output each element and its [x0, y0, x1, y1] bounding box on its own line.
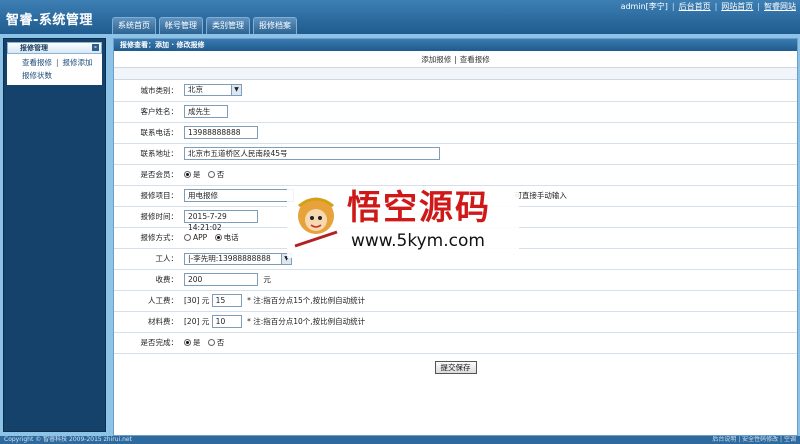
- top-header: 智睿-系统管理 系统首页 帐号管理 类别管理 报修档案 admin[李宁] | 后台…: [0, 0, 800, 34]
- customer-name-input[interactable]: 成先生: [184, 105, 228, 118]
- sidebar-item-repair-status[interactable]: 报修状数: [22, 71, 52, 80]
- worker-select[interactable]: |-李先明:13988888888 ▼: [184, 252, 292, 265]
- current-user: admin[李宁]: [620, 2, 668, 11]
- sidebar: 报修管理 - 查看报修 | 报修添加 报修状数: [0, 34, 109, 436]
- done-yes-label: 是: [193, 338, 201, 347]
- submit-save-button[interactable]: 提交保存: [434, 360, 477, 374]
- method-app-radio[interactable]: [184, 234, 191, 241]
- material-note: * 注:指百分点10个,按比例自动统计: [247, 317, 366, 326]
- done-no-label: 否: [216, 338, 225, 347]
- worker-select-value: |-李先明:13988888888: [188, 253, 271, 263]
- done-yes-radio[interactable]: [184, 339, 191, 346]
- zhirui-site-link[interactable]: 智睿网站: [764, 2, 796, 11]
- city-select-value: 北京: [188, 85, 203, 95]
- footer-links[interactable]: 后台说明 | 安全性码修改 | 空调: [712, 436, 796, 444]
- labor-base: [30] 元: [184, 296, 210, 305]
- tab-account-management[interactable]: 帐号管理: [159, 17, 203, 34]
- tab-category-management[interactable]: 类别管理: [206, 17, 250, 34]
- repair-item-input[interactable]: 用电报修: [184, 189, 294, 202]
- done-label: 是否完成：: [140, 338, 179, 347]
- member-label: 是否会员：: [140, 170, 179, 179]
- tab-system-home[interactable]: 系统首页: [112, 17, 156, 34]
- labor-note: * 注:指百分点15个,按比例自动统计: [247, 296, 366, 305]
- method-label: 报修方式：: [140, 233, 179, 242]
- tab-repair-archive[interactable]: 报修档案: [253, 17, 297, 34]
- watermark-url: www.5kym.com: [351, 231, 485, 251]
- admin-home-link[interactable]: 后台首页: [679, 2, 711, 11]
- worker-label: 工人：: [155, 254, 179, 263]
- sidebar-item-add-repair[interactable]: 报修添加: [63, 58, 93, 67]
- sidebar-item-view-repairs[interactable]: 查看报修: [22, 58, 52, 67]
- button-row: 提交保存: [114, 354, 797, 374]
- view-repair-link[interactable]: 查看报修: [460, 55, 490, 64]
- phone-input[interactable]: 13988888888: [184, 126, 258, 139]
- spacer-row: [114, 68, 797, 80]
- method-phone-label: 电话: [223, 233, 239, 242]
- method-phone-radio[interactable]: [214, 234, 222, 241]
- app-title: 智睿-系统管理: [6, 13, 93, 28]
- sidebar-header[interactable]: 报修管理 -: [7, 42, 102, 54]
- time-label: 报修时间：: [140, 212, 179, 221]
- footer: Copyright © 智睿科技 2009-2015 zhirui.net 后台…: [0, 436, 800, 444]
- member-yes-radio[interactable]: [184, 171, 191, 178]
- copyright-text: Copyright © 智睿科技 2009-2015 zhirui.net: [4, 436, 132, 443]
- city-label: 城市类别：: [140, 85, 179, 95]
- repair-time-input[interactable]: 2015-7-29 14:21:02: [184, 210, 258, 232]
- phone-label: 联系电话：: [140, 128, 179, 137]
- city-select[interactable]: 北京 ▼: [184, 84, 242, 97]
- collapse-icon[interactable]: -: [92, 44, 99, 51]
- fee-label: 收费：: [155, 275, 179, 284]
- done-no-radio[interactable]: [207, 339, 215, 346]
- chevron-down-icon: ▼: [231, 85, 241, 96]
- method-app-label: APP: [193, 233, 208, 242]
- monkey-logo-icon: [294, 197, 338, 248]
- fee-input[interactable]: 200: [184, 273, 258, 286]
- customer-label: 客户姓名：: [140, 107, 179, 116]
- material-percent-input[interactable]: 10: [211, 315, 242, 328]
- repair-item-hint: 可直接手动输入: [514, 191, 567, 200]
- watermark-title: 悟空源码: [347, 188, 491, 228]
- sidebar-title: 报修管理: [20, 44, 48, 52]
- top-nav: 系统首页 帐号管理 类别管理 报修档案: [112, 17, 297, 34]
- site-home-link[interactable]: 网站首页: [721, 2, 753, 11]
- user-links: admin[李宁] | 后台首页 | 网站首页 | 智睿网站: [620, 2, 796, 11]
- fee-unit: 元: [263, 275, 271, 284]
- sidebar-inner: 报修管理 - 查看报修 | 报修添加 报修状数: [3, 38, 106, 432]
- address-label: 联系地址：: [140, 149, 179, 158]
- breadcrumb: 报修查看：添加 · 修改报修: [114, 39, 797, 51]
- add-repair-link[interactable]: 添加报修: [421, 55, 451, 64]
- sidebar-menu: 查看报修 | 报修添加 报修状数: [7, 54, 102, 85]
- item-label: 报修项目：: [140, 191, 179, 200]
- member-no-radio[interactable]: [207, 171, 215, 178]
- labor-percent-input[interactable]: 15: [211, 294, 242, 307]
- member-yes-label: 是: [193, 170, 201, 179]
- material-label: 材料费：: [148, 317, 178, 326]
- address-input[interactable]: 北京市五道桥区人民南段45号: [184, 147, 440, 160]
- sub-nav: 添加报修 | 查看报修: [114, 51, 797, 68]
- material-base: [20] 元: [184, 317, 210, 326]
- member-no-label: 否: [216, 170, 225, 179]
- labor-label: 人工费：: [148, 296, 178, 305]
- watermark: 悟空源码 www.5kym.com: [287, 186, 519, 258]
